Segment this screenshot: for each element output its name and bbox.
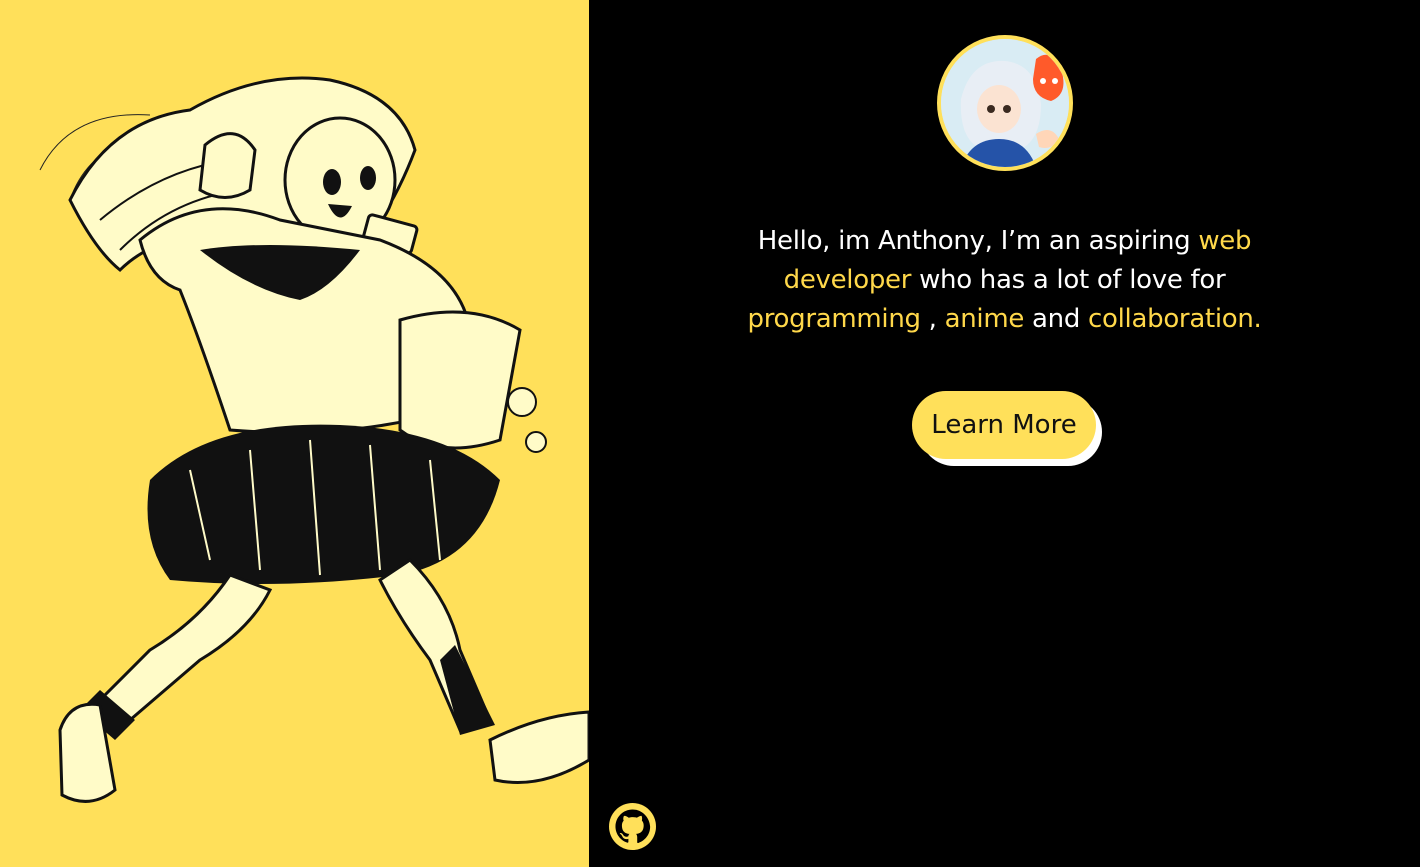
intro-part-2: who has a lot of love for [911, 265, 1226, 295]
hero-content-panel: Hello, im Anthony, I’m an aspiring web d… [589, 0, 1420, 867]
intro-part-1: Hello, im Anthony, I’m an aspiring [757, 226, 1199, 256]
learn-more-button-wrapper: Learn More [912, 391, 1104, 467]
avatar-image [941, 39, 1069, 167]
intro-highlight-anime: anime [944, 304, 1025, 334]
intro-part-3: , [920, 304, 945, 334]
intro-highlight-collaboration: collaboration. [1088, 304, 1262, 334]
hero-illustration-panel [0, 0, 589, 867]
anime-girl-illustration [39, 76, 589, 803]
learn-more-button[interactable]: Learn More [912, 391, 1096, 459]
intro-highlight-programming: programming [747, 304, 921, 334]
avatar [937, 35, 1073, 171]
page: Hello, im Anthony, I’m an aspiring web d… [0, 0, 1420, 867]
intro-text: Hello, im Anthony, I’m an aspiring web d… [729, 222, 1280, 339]
intro-part-4: and [1024, 304, 1089, 334]
github-icon [609, 803, 656, 850]
github-link[interactable] [609, 803, 656, 850]
